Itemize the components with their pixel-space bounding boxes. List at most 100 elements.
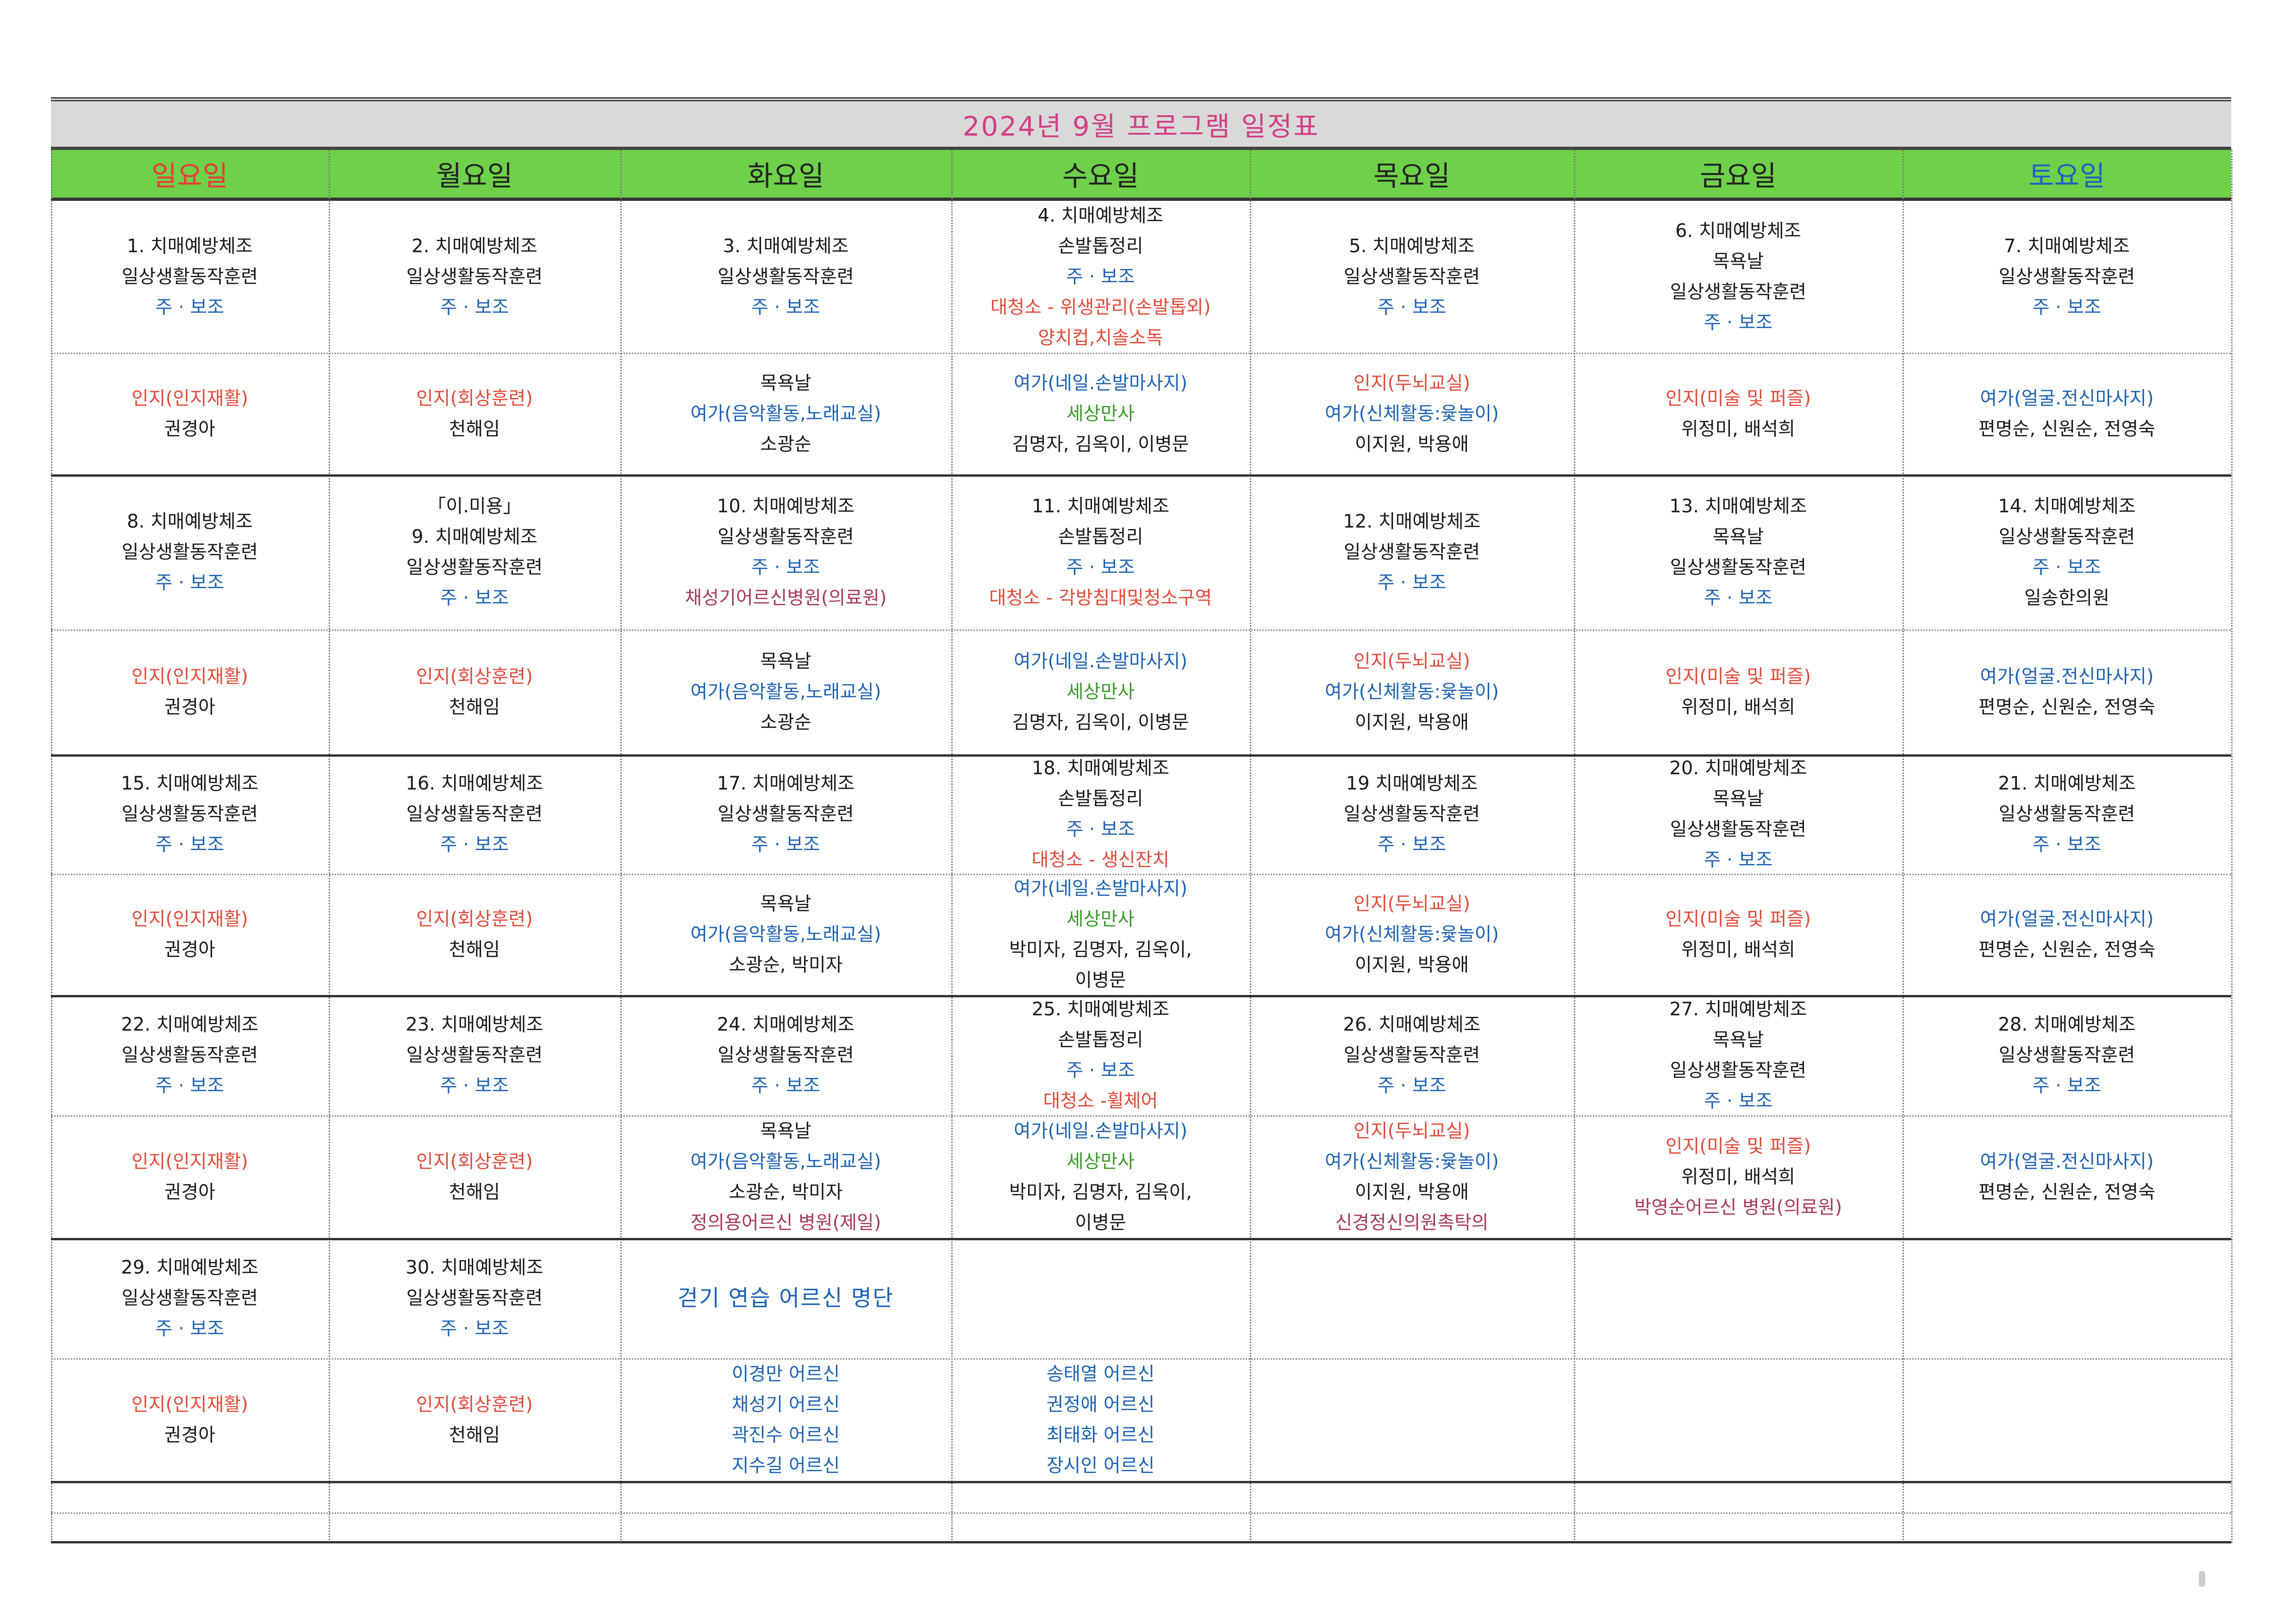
schedule-line: 소광순, 박미자 <box>729 1181 843 1203</box>
schedule-line: 일상생활동작훈련 <box>1343 1045 1480 1066</box>
day-program-cell-thursday <box>1250 1238 1574 1358</box>
day-program-cell-tuesday: 3. 치매예방체조 일상생활동작훈련 주 · 보조 <box>620 201 951 353</box>
schedule-line: 7. 치매예방체조 <box>2004 236 2130 257</box>
schedule-line: 여가(네일.손발마사지) <box>1013 372 1188 394</box>
schedule-line: 여가(얼굴.전신마사지) <box>1980 1150 2154 1172</box>
page-title: 2024년 9월 프로그램 일정표 <box>962 111 1320 142</box>
day-activity-cell-thursday: 인지(두뇌교실) 여가(신체활동:윷놀이) 이지원, 박용애 <box>1250 353 1574 474</box>
schedule-line: 주 · 보조 <box>1377 572 1447 593</box>
day-program-cell-monday: 2. 치매예방체조 일상생활동작훈련 주 · 보조 <box>329 201 620 353</box>
day-activity-cell-saturday: 여가(얼굴.전신마사지) 편명순, 신원순, 전영숙 <box>1903 629 2231 754</box>
day-program-cell-saturday: 14. 치매예방체조 일상생활동작훈련 주 · 보조 일송한의원 <box>1903 474 2231 629</box>
schedule-line: 주 · 보조 <box>1377 834 1447 855</box>
schedule-line: 편명순, 신원순, 전영숙 <box>1978 939 2156 960</box>
schedule-line: 손발톱정리 <box>1058 236 1143 257</box>
day-program-cell-tuesday: 10. 치매예방체조 일상생활동작훈련 주 · 보조 채성기어르신병원(의료원) <box>620 474 951 629</box>
day-activity-cell-wednesday: 여가(네일.손발마사지) 세상만사 김명자, 김옥이, 이병문 <box>951 629 1250 754</box>
schedule-line: 주 · 보조 <box>1703 1090 1773 1112</box>
schedule-line: 일송한의원 <box>2024 587 2109 609</box>
schedule-line: 인지(미술 및 퍼즐) <box>1665 1135 1811 1157</box>
schedule-line: 주 · 보조 <box>440 834 509 855</box>
day-activity-cell-tuesday: 이경만 어르신 채성기 어르신 곽진수 어르신 지수길 어르신 <box>620 1358 951 1481</box>
day-activity-cell-monday: 인지(회상훈련) 천해임 <box>329 1115 620 1238</box>
schedule-line: 목욕날 <box>1712 526 1764 547</box>
schedule-line: 천해임 <box>449 418 500 440</box>
day-program-cell-wednesday: 25. 치매예방체조 손발톱정리 주 · 보조 대청소 -휠체어 <box>951 995 1250 1115</box>
schedule-line: 목욕날 <box>760 1120 811 1142</box>
day-program-cell-monday: 30. 치매예방체조 일상생활동작훈련 주 · 보조 <box>329 1238 620 1358</box>
weekday-saturday: 토요일 <box>2028 160 2105 193</box>
schedule-line: 일상생활동작훈련 <box>1670 1060 1807 1081</box>
day-program-cell-friday <box>1574 1238 1903 1358</box>
day-activity-cell-sunday: 인지(인지재활) 권경아 <box>51 874 329 995</box>
day-program-cell-thursday: 26. 치매예방체조 일상생활동작훈련 주 · 보조 <box>1250 995 1574 1115</box>
schedule-line: 천해임 <box>449 939 500 960</box>
schedule-line: 주 · 보조 <box>155 572 225 593</box>
schedule-line: 27. 치매예방체조 <box>1669 999 1807 1020</box>
schedule-line: 인지(회상훈련) <box>416 666 533 687</box>
day-program-cell-wednesday: 11. 치매예방체조 손발톱정리 주 · 보조 대청소 - 각방침대및청소구역 <box>951 474 1250 629</box>
schedule-line: 인지(미술 및 퍼즐) <box>1665 666 1811 687</box>
schedule-line: 25. 치매예방체조 <box>1031 999 1170 1020</box>
schedule-line: 편명순, 신원순, 전영숙 <box>1978 696 2156 718</box>
schedule-line: 24. 치매예방체조 <box>717 1014 855 1035</box>
schedule-line: 일상생활동작훈련 <box>121 541 258 563</box>
schedule-line: 일상생활동작훈련 <box>121 266 258 287</box>
schedule-line: 인지(두뇌교실) <box>1353 893 1470 914</box>
weekday-thursday: 목요일 <box>1373 160 1450 193</box>
schedule-line: 인지(인지재활) <box>131 1150 248 1172</box>
schedule-line: 여가(네일.손발마사지) <box>1013 1120 1188 1142</box>
schedule-line: 위정미, 배석희 <box>1681 939 1796 960</box>
day-program-cell-monday: 「이.미용」 9. 치매예방체조 일상생활동작훈련 주 · 보조 <box>329 474 620 629</box>
day-program-cell-tuesday: 걷기 연습 어르신 명단 <box>620 1238 951 1358</box>
schedule-line: 일상생활동작훈련 <box>1998 526 2135 547</box>
schedule-line: 주 · 보조 <box>751 1075 820 1096</box>
schedule-line: 여가(네일.손발마사지) <box>1013 878 1188 899</box>
schedule-line: 일상생활동작훈련 <box>1670 556 1807 578</box>
schedule-line: 소광순 <box>760 712 811 733</box>
schedule-line: 신경정신의원촉탁의 <box>1335 1212 1489 1233</box>
day-activity-cell-friday: 인지(미술 및 퍼즐) 위정미, 배석희 <box>1574 353 1903 474</box>
schedule-line: 이지원, 박용애 <box>1354 1181 1469 1203</box>
day-activity-cell-wednesday: 여가(네일.손발마사지) 세상만사 김명자, 김옥이, 이병문 <box>951 353 1250 474</box>
schedule-line: 주 · 보조 <box>1703 587 1773 609</box>
day-program-cell-friday: 20. 치매예방체조 목욕날 일상생활동작훈련 주 · 보조 <box>1574 754 1903 874</box>
schedule-sheet: 2024년 9월 프로그램 일정표 일요일 월요일 화요일 수요일 목요일 금요… <box>0 0 2296 1623</box>
day-activity-cell-monday: 인지(회상훈련) 천해임 <box>329 629 620 754</box>
schedule-line: 권경아 <box>164 939 216 960</box>
schedule-line: 일상생활동작훈련 <box>1343 541 1480 563</box>
day-activity-cell-wednesday: 여가(네일.손발마사지) 세상만사 박미자, 김명자, 김옥이, 이병문 <box>951 874 1250 995</box>
schedule-line: 주 · 보조 <box>751 834 820 855</box>
schedule-line: 여가(음악활동,노래교실) <box>690 681 881 703</box>
schedule-line: 주 · 보조 <box>155 297 225 318</box>
schedule-line: 위정미, 배석희 <box>1681 418 1796 440</box>
weekday-wednesday: 수요일 <box>1062 160 1139 193</box>
schedule-line: 대청소 - 위생관리(손발톱외) <box>990 297 1211 318</box>
schedule-line: 목욕날 <box>1712 1029 1764 1051</box>
schedule-line: 김명자, 김옥이, 이병문 <box>1012 712 1189 733</box>
schedule-line: 여가(신체활동:윷놀이) <box>1325 681 1499 703</box>
day-program-cell-thursday: 5. 치매예방체조 일상생활동작훈련 주 · 보조 <box>1250 201 1574 353</box>
schedule-line: 인지(미술 및 퍼즐) <box>1665 387 1811 409</box>
day-program-cell-saturday: 28. 치매예방체조 일상생활동작훈련 주 · 보조 <box>1903 995 2231 1115</box>
day-activity-cell-saturday: 여가(얼굴.전신마사지) 편명순, 신원순, 전영숙 <box>1903 1115 2231 1238</box>
schedule-line: 인지(회상훈련) <box>416 908 533 930</box>
day-program-cell-saturday: 21. 치매예방체조 일상생활동작훈련 주 · 보조 <box>1903 754 2231 874</box>
day-program-cell-sunday: 29. 치매예방체조 일상생활동작훈련 주 · 보조 <box>51 1238 329 1358</box>
title-bar: 2024년 9월 프로그램 일정표 <box>51 97 2231 150</box>
schedule-line: 목욕날 <box>1712 251 1764 272</box>
day-activity-cell-sunday: 인지(인지재활) 권경아 <box>51 1115 329 1238</box>
schedule-line: 인지(회상훈련) <box>416 1393 533 1415</box>
day-activity-cell-wednesday: 송태열 어르신 권정애 어르신 최태화 어르신 장시인 어르신 <box>951 1358 1250 1481</box>
day-activity-cell-saturday: 여가(얼굴.전신마사지) 편명순, 신원순, 전영숙 <box>1903 353 2231 474</box>
schedule-line: 권경아 <box>164 418 216 440</box>
schedule-line: 일상생활동작훈련 <box>718 803 854 825</box>
day-program-cell-sunday: 8. 치매예방체조일상생활동작훈련주 · 보조 <box>51 474 329 629</box>
schedule-line: 최태화 어르신 <box>1046 1424 1155 1446</box>
schedule-line: 일상생활동작훈련 <box>121 1287 258 1309</box>
schedule-line: 「이.미용」 <box>427 495 522 517</box>
day-activity-cell-friday <box>1574 1358 1903 1481</box>
schedule-line: 8. 치매예방체조 <box>127 510 253 532</box>
schedule-line: 대청소 -휠체어 <box>1043 1090 1158 1112</box>
day-program-cell-sunday: 1. 치매예방체조 일상생활동작훈련 주 · 보조 <box>51 201 329 353</box>
